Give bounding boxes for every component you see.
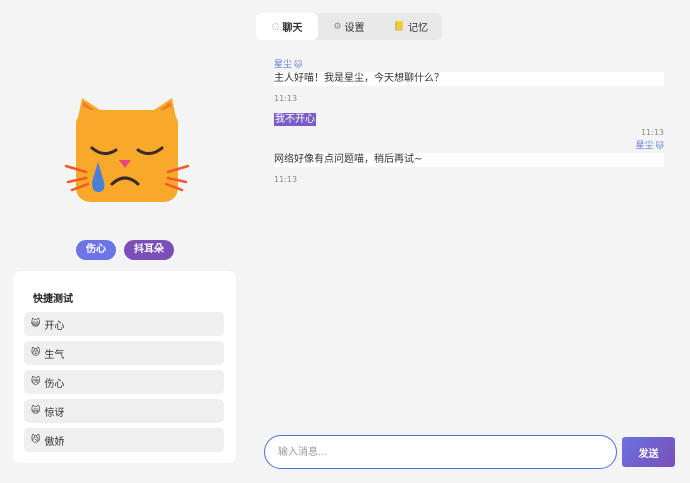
smirk-cat-icon: 😼 [31, 435, 41, 445]
quick-test-panel: 快捷测试 😺 开心 😾 生气 😿 伤心 🙀 惊讶 😼 傲娇 [13, 271, 236, 463]
quick-test-happy-button[interactable]: 😺 开心 [24, 312, 224, 336]
chat-icon: ◌ [271, 21, 280, 32]
quick-test-proud-button[interactable]: 😼 傲娇 [24, 428, 224, 452]
angry-cat-icon: 😾 [31, 348, 41, 358]
gear-icon: ⚙ [333, 21, 342, 32]
main-tabs: ◌ 聊天 ⚙ 设置 📒 记忆 [256, 13, 442, 40]
quick-test-angry-button[interactable]: 😾 生气 [24, 341, 224, 365]
message-input[interactable] [264, 435, 617, 469]
quick-test-label: 惊讶 [44, 407, 65, 419]
quick-test-label: 傲娇 [44, 436, 65, 448]
sender-name: 星尘 [274, 60, 293, 70]
message-time: 11:13 [274, 94, 298, 103]
message-text: 我不开心 [274, 113, 316, 126]
tab-memory[interactable]: 📒 记忆 [380, 13, 442, 40]
pet-panel: 伤心 抖耳朵 快捷测试 😺 开心 😾 生气 😿 伤心 🙀 惊讶 😼 傲娇 [0, 0, 250, 483]
cat-face-icon: 🐱 [294, 60, 303, 69]
quick-test-title: 快捷测试 [33, 294, 73, 305]
quick-test-label: 生气 [44, 349, 65, 361]
quick-test-label: 伤心 [44, 378, 65, 390]
app-root: 伤心 抖耳朵 快捷测试 😺 开心 😾 生气 😿 伤心 🙀 惊讶 😼 傲娇 ◌ 聊… [0, 0, 690, 483]
ai-message: 星尘 🐱 主人好喵！我是星尘，今天想聊什么？ 11:13 [274, 58, 664, 105]
surprised-cat-icon: 🙀 [31, 406, 41, 416]
user-message: 我不开心 [274, 107, 316, 126]
sender-name: 星尘 [635, 141, 654, 151]
sad-cat-icon [64, 98, 190, 202]
quick-test-label: 开心 [44, 320, 65, 332]
sad-cat-icon: 😿 [31, 377, 41, 387]
cat-face-icon: 🐱 [655, 141, 664, 150]
mood-tag-sad: 伤心 [76, 240, 116, 260]
tab-label: 设置 [344, 23, 365, 34]
notebook-icon: 📒 [393, 21, 406, 32]
ai-message: 星尘 🐱 网络好像有点问题喵，稍后再试~ 11:13 [274, 139, 664, 186]
sad-cat-avatar[interactable] [62, 96, 192, 216]
send-button[interactable]: 发送 [622, 437, 675, 467]
happy-cat-icon: 😺 [31, 319, 41, 329]
message-text: 主人好喵！我是星尘，今天想聊什么？ [274, 72, 664, 86]
tab-label: 聊天 [282, 23, 303, 34]
quick-test-list: 😺 开心 😾 生气 😿 伤心 🙀 惊讶 😼 傲娇 [24, 312, 224, 457]
tab-settings[interactable]: ⚙ 设置 [318, 13, 380, 40]
mood-tags: 伤心 抖耳朵 [0, 240, 250, 260]
message-time: 11:13 [274, 175, 298, 184]
mood-tag-ear-twitch: 抖耳朵 [124, 240, 174, 260]
tab-chat[interactable]: ◌ 聊天 [256, 13, 318, 40]
message-sender: 星尘 🐱 [274, 58, 664, 71]
tab-label: 记忆 [408, 23, 429, 34]
message-text: 网络好像有点问题喵，稍后再试~ [274, 153, 664, 167]
message-sender: 星尘 🐱 [274, 139, 664, 152]
quick-test-surprised-button[interactable]: 🙀 惊讶 [24, 399, 224, 423]
quick-test-sad-button[interactable]: 😿 伤心 [24, 370, 224, 394]
message-time: 11:13 [640, 128, 664, 137]
